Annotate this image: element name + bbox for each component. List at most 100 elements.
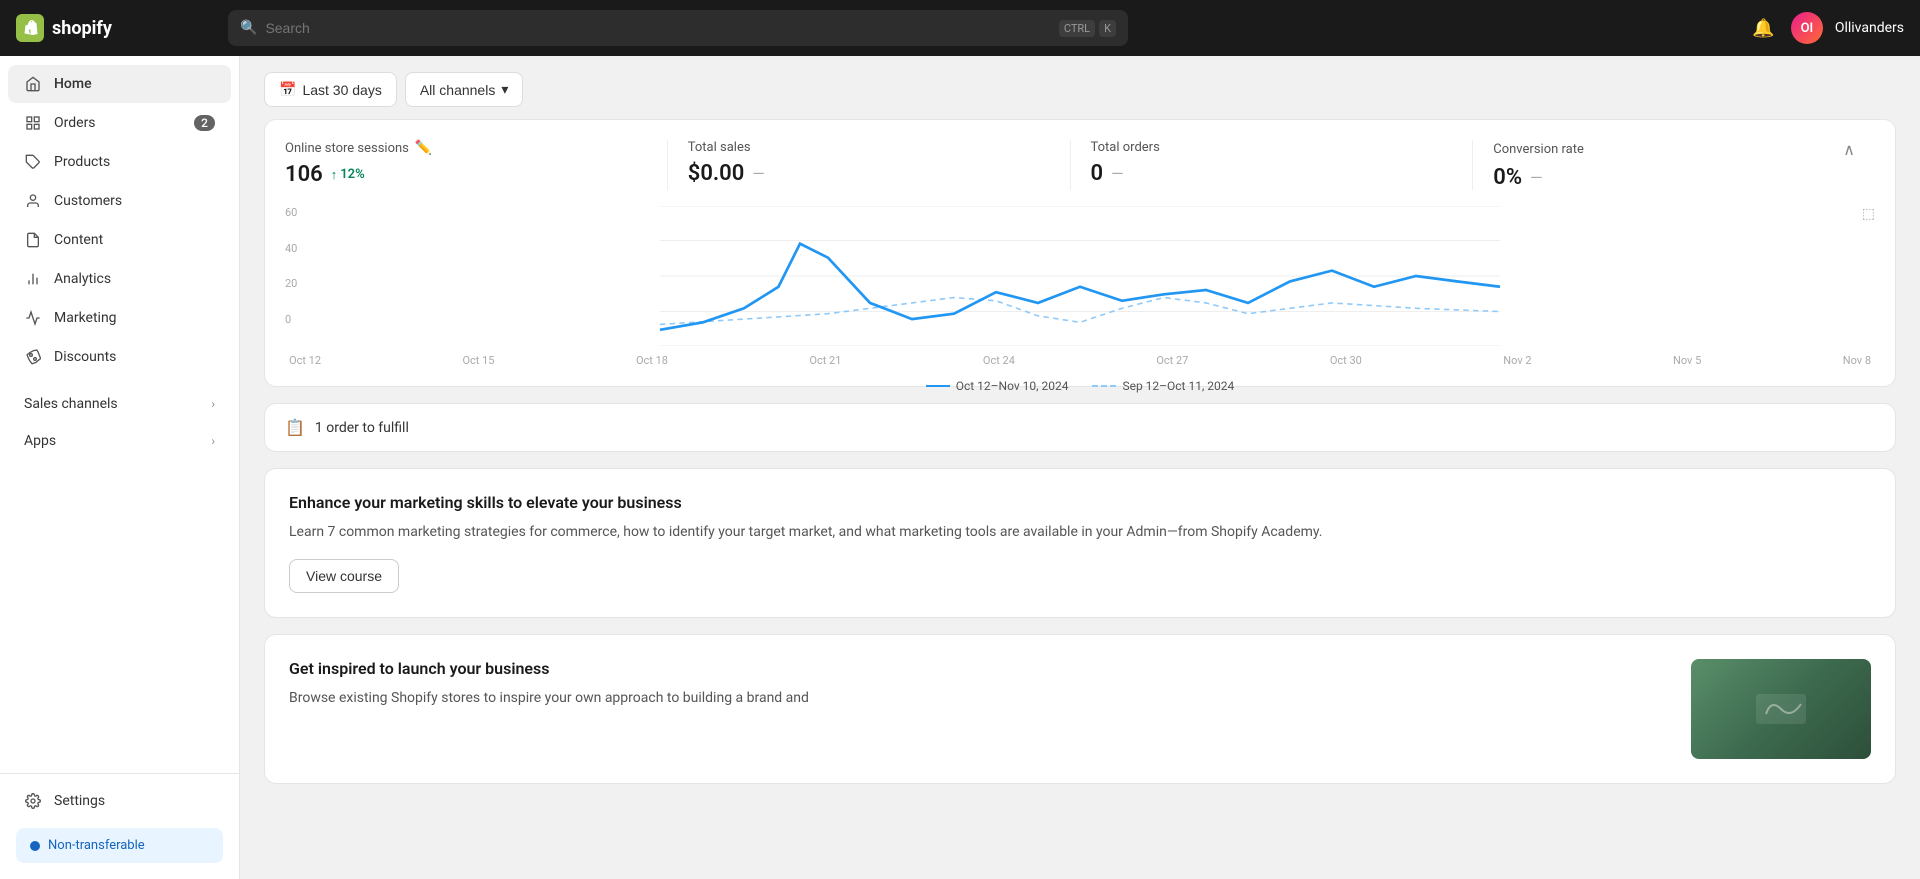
edit-icon[interactable]: ✏️ [415,140,432,156]
marketing-card: Enhance your marketing skills to elevate… [264,468,1896,618]
sidebar-item-settings[interactable]: Settings [8,782,231,820]
inspire-card-title: Get inspired to launch your business [289,659,1671,678]
total-sales-label: Total sales [688,140,751,155]
settings-icon [24,792,42,810]
chart-svg [285,206,1875,346]
apps-label: Apps [24,433,56,449]
view-course-button[interactable]: View course [289,559,399,593]
total-orders-value: 0 [1091,161,1104,186]
sales-channels-chevron-icon: › [211,397,215,411]
orders-icon [24,114,42,132]
search-shortcut: CTRL K [1059,20,1116,37]
legend-previous: Sep 12–Oct 11, 2024 [1092,379,1234,393]
non-transferable-label: Non-transferable [48,838,145,853]
x-label-nov8: Nov 8 [1843,354,1871,367]
topbar: shopify 🔍 CTRL K 🔔 Ol Ollivanders [0,0,1920,56]
channel-label: All channels [420,82,496,98]
stats-row: Online store sessions ✏️ 106 ↑ 12% Total… [285,140,1875,190]
sidebar-section-apps[interactable]: Apps › [8,423,231,459]
date-range-label: Last 30 days [302,82,381,98]
analytics-icon [24,270,42,288]
conversion-rate-value: 0% [1493,165,1522,190]
sidebar-bottom: Settings Non-transferable [0,773,239,879]
order-fulfill-icon: 📋 [285,418,305,437]
home-icon [24,75,42,93]
orders-badge: 2 [194,115,215,131]
inspire-card-image [1691,659,1871,759]
settings-label: Settings [54,793,105,809]
sidebar-item-analytics[interactable]: Analytics [8,260,231,298]
order-fulfill-card[interactable]: 📋 1 order to fulfill [264,403,1896,452]
avatar[interactable]: Ol [1791,12,1823,44]
legend-solid-line [926,385,950,387]
stat-total-sales: Total sales $0.00 — [667,140,1070,190]
order-fulfill-label: 1 order to fulfill [315,420,409,436]
conversion-rate-label: Conversion rate [1493,142,1584,157]
sidebar-item-home[interactable]: Home [8,65,231,103]
export-chart-button[interactable]: ⬚ [1862,206,1875,222]
app-body: Home Orders 2 Products Customers [0,56,1920,879]
sidebar-item-orders[interactable]: Orders 2 [8,104,231,142]
arrow-up-icon: ↑ [331,167,338,183]
inspire-text: Get inspired to launch your business Bro… [289,659,1671,759]
chart-svg-area: ⬚ [285,206,1875,367]
x-label-oct27: Oct 27 [1156,354,1188,367]
collapse-icon[interactable]: ∧ [1843,140,1855,159]
products-icon [24,153,42,171]
shortcut-k: K [1099,20,1116,37]
store-name[interactable]: Ollivanders [1835,20,1904,36]
stat-conversion-rate: Conversion rate ∧ 0% — [1472,140,1875,190]
sidebar-item-marketing-label: Marketing [54,310,117,326]
sales-dash: — [752,164,765,183]
chevron-down-icon: ▾ [501,81,508,98]
sessions-change-value: 12% [340,167,364,182]
search-icon: 🔍 [240,20,257,36]
online-sessions-label: Online store sessions [285,141,409,156]
non-transferable-banner[interactable]: Non-transferable [16,828,223,863]
sidebar-item-home-label: Home [54,76,92,92]
sidebar-item-customers-label: Customers [54,193,122,209]
search-input[interactable] [265,20,1050,36]
x-label-oct15: Oct 15 [462,354,494,367]
sidebar-item-products-label: Products [54,154,110,170]
channel-filter[interactable]: All channels ▾ [405,72,524,107]
sidebar-item-analytics-label: Analytics [54,271,111,287]
chart-inner: 60 40 20 0 ⬚ [285,206,1875,367]
sales-channels-label: Sales channels [24,396,118,412]
x-label-oct18: Oct 18 [636,354,668,367]
shopify-logo-icon [16,14,44,42]
non-transferable-dot-icon [30,841,40,851]
legend-current-label: Oct 12–Nov 10, 2024 [956,379,1069,393]
customers-icon [24,192,42,210]
chart-container: 60 40 20 0 ⬚ [285,206,1875,366]
notification-button[interactable]: 🔔 [1748,14,1778,43]
sidebar-item-content[interactable]: Content [8,221,231,259]
sidebar-item-orders-label: Orders [54,115,96,131]
sidebar-section-sales-channels[interactable]: Sales channels › [8,386,231,422]
sidebar-item-customers[interactable]: Customers [8,182,231,220]
sidebar-item-discounts-label: Discounts [54,349,116,365]
x-label-nov2: Nov 2 [1503,354,1531,367]
stat-online-sessions: Online store sessions ✏️ 106 ↑ 12% [285,140,667,190]
date-range-filter[interactable]: 📅 Last 30 days [264,72,397,107]
sidebar-item-marketing[interactable]: Marketing [8,299,231,337]
sidebar-item-discounts[interactable]: Discounts [8,338,231,376]
calendar-icon: 📅 [279,81,296,98]
content-icon [24,231,42,249]
logo-area: shopify [16,14,216,42]
marketing-card-title: Enhance your marketing skills to elevate… [289,493,1871,512]
x-label-oct30: Oct 30 [1330,354,1362,367]
topbar-right: 🔔 Ol Ollivanders [1748,12,1904,44]
online-sessions-value: 106 [285,162,323,187]
inspire-card: Get inspired to launch your business Bro… [264,634,1896,784]
x-label-oct12: Oct 12 [289,354,321,367]
search-bar[interactable]: 🔍 CTRL K [228,10,1128,46]
chart-xaxis: Oct 12 Oct 15 Oct 18 Oct 21 Oct 24 Oct 2… [285,354,1875,367]
total-sales-value: $0.00 [688,161,745,186]
sidebar-nav: Home Orders 2 Products Customers [0,56,239,773]
x-label-nov5: Nov 5 [1673,354,1701,367]
sidebar-item-products[interactable]: Products [8,143,231,181]
stats-card: Online store sessions ✏️ 106 ↑ 12% Total… [264,119,1896,387]
conversion-dash: — [1530,168,1543,187]
orders-dash: — [1111,164,1124,183]
